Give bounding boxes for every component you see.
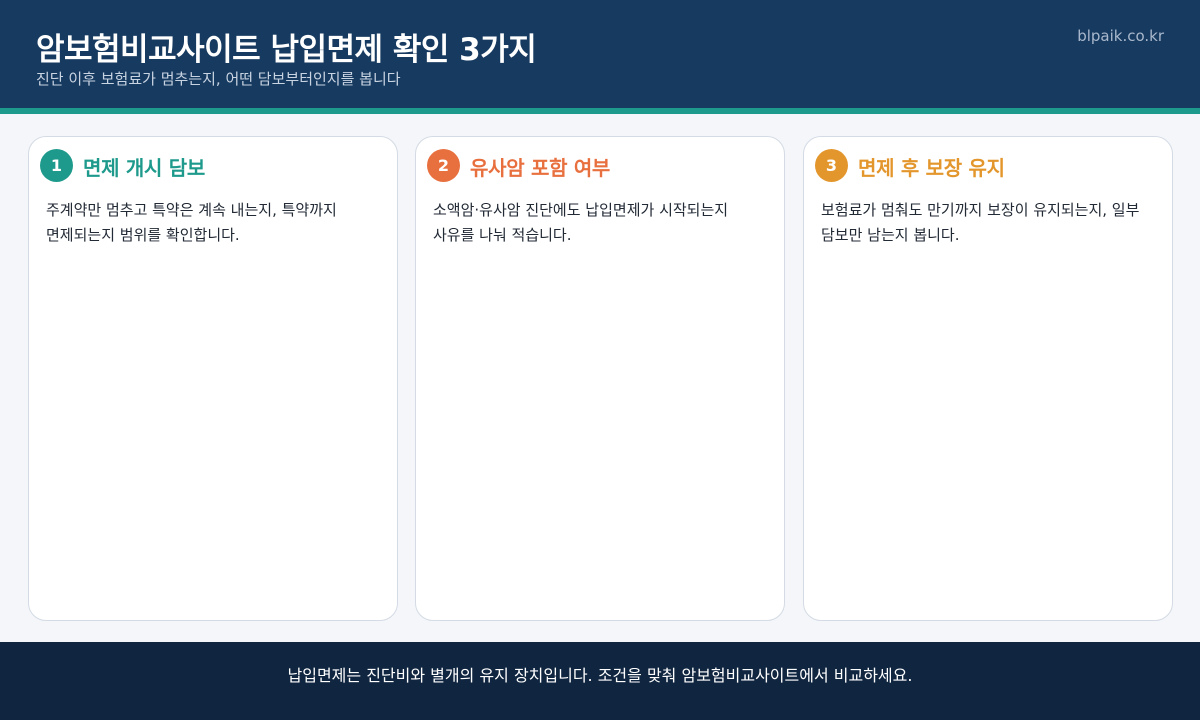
header-accent-bar — [0, 108, 1200, 114]
footer-banner: 납입면제는 진단비와 별개의 유지 장치입니다. 조건을 맞춰 암보험비교사이트… — [0, 642, 1200, 720]
card-number-badge: 3 — [815, 149, 848, 182]
site-url[interactable]: blpaik.co.kr — [1077, 27, 1164, 45]
card-title: 유사암 포함 여부 — [470, 156, 611, 180]
page-title: 암보험비교사이트 납입면제 확인 3가지 — [36, 32, 537, 68]
card-body: 주계약만 멈추고 특약은 계속 내는지, 특약까지 면제되는지 범위를 확인합니… — [46, 201, 337, 244]
card-body: 보험료가 멈춰도 만기까지 보장이 유지되는지, 일부 담보만 남는지 봅니다. — [821, 201, 1140, 244]
card-coverage-after-exemption: 3 면제 후 보장 유지 보험료가 멈춰도 만기까지 보장이 유지되는지, 일부… — [803, 136, 1173, 621]
card-number-badge: 2 — [427, 149, 460, 182]
infographic-page: 암보험비교사이트 납입면제 확인 3가지 진단 이후 보험료가 멈추는지, 어떤… — [0, 0, 1200, 720]
card-title: 면제 개시 담보 — [83, 156, 205, 180]
header-banner: 암보험비교사이트 납입면제 확인 3가지 진단 이후 보험료가 멈추는지, 어떤… — [0, 0, 1200, 108]
card-exemption-scope: 1 면제 개시 담보 주계약만 멈추고 특약은 계속 내는지, 특약까지 면제되… — [28, 136, 398, 621]
footer-text: 납입면제는 진단비와 별개의 유지 장치입니다. 조건을 맞춰 암보험비교사이트… — [287, 666, 913, 685]
card-body: 소액암·유사암 진단에도 납입면제가 시작되는지 사유를 나눠 적습니다. — [433, 201, 729, 244]
card-similar-cancer: 2 유사암 포함 여부 소액암·유사암 진단에도 납입면제가 시작되는지 사유를… — [415, 136, 785, 621]
card-number-badge: 1 — [40, 149, 73, 182]
page-subtitle: 진단 이후 보험료가 멈추는지, 어떤 담보부터인지를 봅니다 — [36, 70, 401, 88]
card-title: 면제 후 보장 유지 — [858, 156, 1005, 180]
